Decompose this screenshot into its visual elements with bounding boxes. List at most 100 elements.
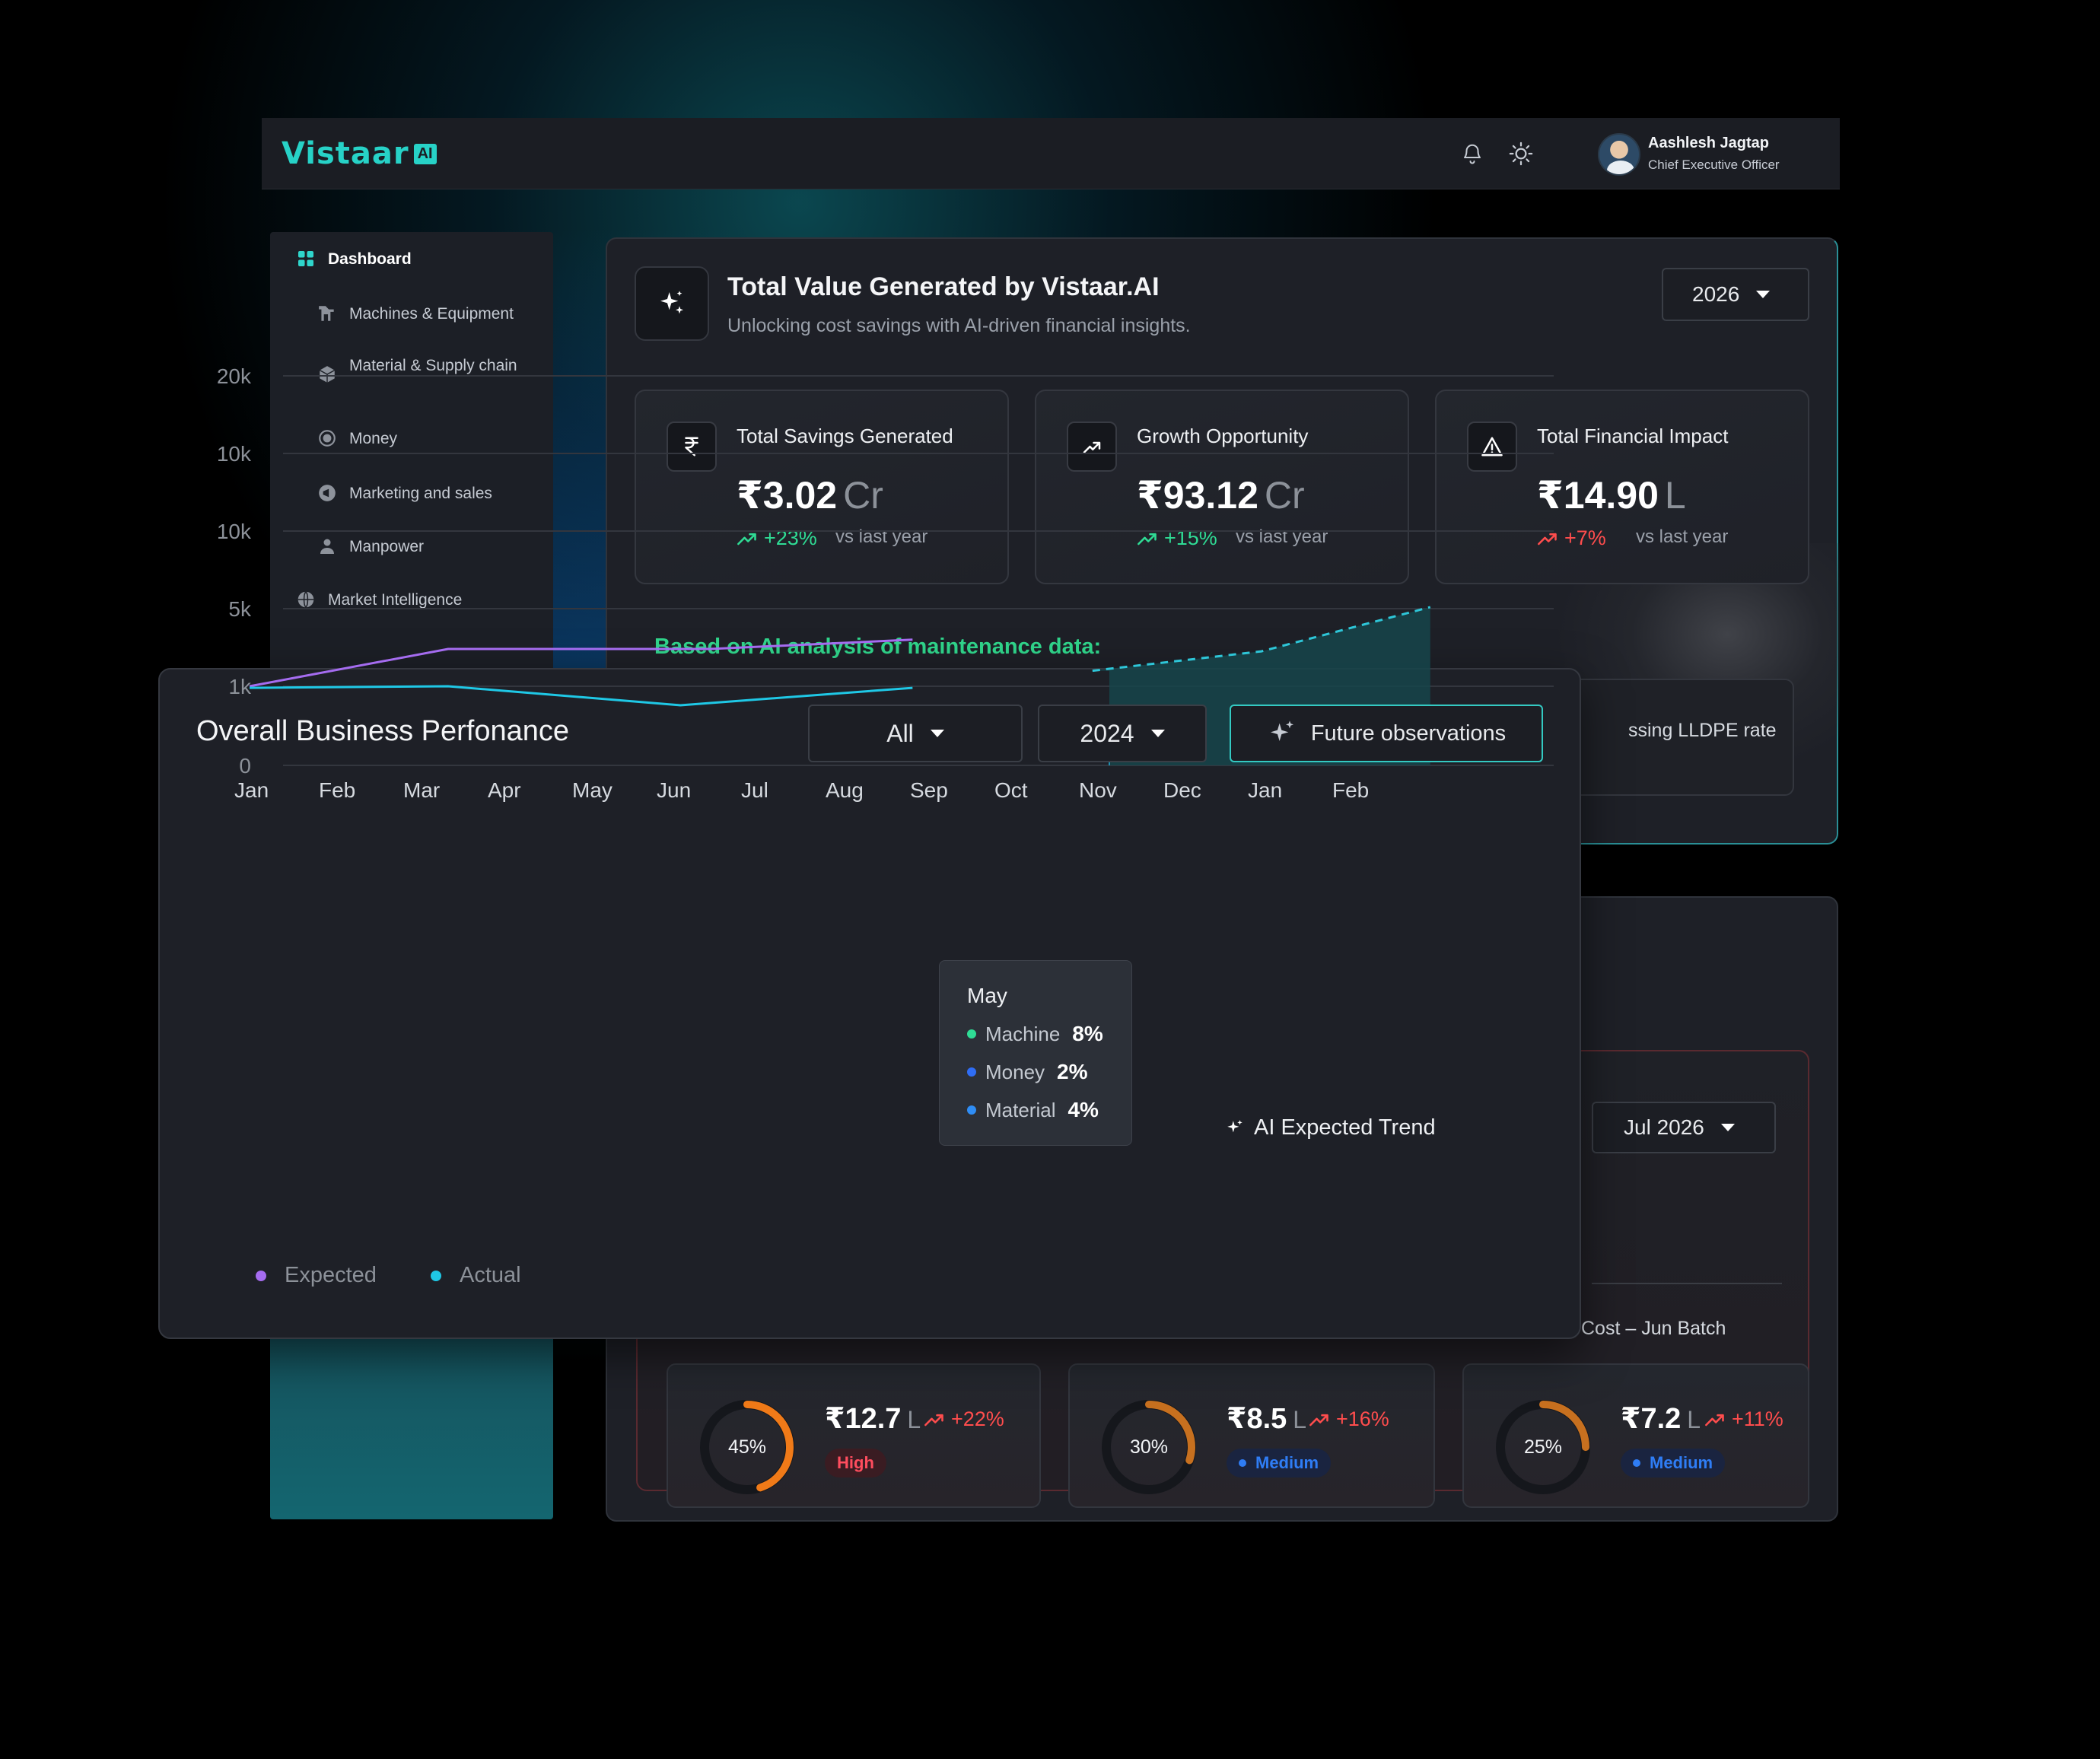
cost-unit: L xyxy=(1293,1406,1307,1433)
bell-icon[interactable] xyxy=(1461,142,1484,165)
sparkle-icon-box xyxy=(635,266,709,341)
sidebar-item-marketing[interactable]: Marketing and sales xyxy=(317,483,492,504)
status-badge: Medium xyxy=(1621,1449,1726,1477)
avatar[interactable] xyxy=(1598,133,1640,176)
sidebar-item-material[interactable]: Material & Supply chain xyxy=(317,355,530,384)
x-tick-label: Oct xyxy=(994,778,1028,802)
chevron-down-icon xyxy=(1720,1124,1735,1131)
cost-item[interactable]: 45% ₹12.7 L +22% High xyxy=(667,1363,1041,1508)
cost-delta: +22% xyxy=(924,1408,1004,1431)
legend-item-actual[interactable]: Actual xyxy=(431,1263,521,1288)
category-filter-dropdown[interactable]: All xyxy=(808,705,1023,762)
sidebar-item-machines[interactable]: Machines & Equipment xyxy=(317,304,514,325)
user-name: Aashlesh Jagtap xyxy=(1648,135,1769,151)
donut-percent: 30% xyxy=(1129,1436,1169,1458)
trend-up-icon xyxy=(924,1414,943,1426)
tooltip-value: 8% xyxy=(1072,1022,1103,1045)
kpi-delta: +7% xyxy=(1537,526,1606,550)
y-tick-label: 0 xyxy=(239,754,251,778)
card-title: Total Value Generated by Vistaar.AI xyxy=(727,272,1160,301)
trend-up-icon xyxy=(1705,1414,1724,1426)
kpi-label: Total Financial Impact xyxy=(1537,425,1729,447)
card-subtitle: Unlocking cost savings with AI-driven fi… xyxy=(727,315,1191,336)
tooltip-row: Machine 8% xyxy=(967,1022,1103,1046)
donut-percent: 45% xyxy=(727,1436,767,1458)
ai-trend-text: AI Expected Trend xyxy=(1254,1115,1436,1140)
x-tick-label: Aug xyxy=(826,778,864,802)
trend-up-icon xyxy=(737,533,756,545)
logo-text: Vistaar xyxy=(282,136,409,171)
month-dropdown[interactable]: Jul 2026 xyxy=(1592,1102,1776,1153)
sidebar-item-dashboard[interactable]: Dashboard xyxy=(296,249,412,270)
x-tick-label: Apr xyxy=(488,778,521,802)
year-dropdown[interactable]: 2026 xyxy=(1662,268,1809,321)
kpi-number: ₹14.90 xyxy=(1537,474,1659,517)
x-tick-label: Jul xyxy=(741,778,768,802)
future-observations-button[interactable]: Future observations xyxy=(1230,705,1543,762)
sidebar-item-label: Market Intelligence xyxy=(328,591,463,609)
kpi-label: Growth Opportunity xyxy=(1137,425,1309,447)
badge-dot xyxy=(1633,1459,1640,1467)
sparkle-icon xyxy=(660,291,683,314)
kpi-value: ₹93.12 Cr xyxy=(1137,473,1305,517)
cost-delta-value: +22% xyxy=(951,1408,1004,1430)
future-observations-label: Future observations xyxy=(1310,720,1507,746)
cost-unit: L xyxy=(1687,1406,1701,1433)
chevron-down-icon xyxy=(1150,730,1165,737)
tooltip-title: May xyxy=(967,984,1007,1007)
insight-text: ssing LLDPE rate xyxy=(1628,720,1777,741)
kpi-card-savings[interactable]: Total Savings Generated ₹3.02 Cr +23% vs … xyxy=(635,390,1009,584)
cost-item[interactable]: 30% ₹8.5 L +16% Medium xyxy=(1068,1363,1435,1508)
cost-value: ₹8.5 L xyxy=(1227,1401,1306,1436)
kpi-delta-value: +23% xyxy=(764,526,817,549)
sidebar-item-manpower[interactable]: Manpower xyxy=(317,536,424,558)
ai-analysis-heading: Based on AI analysis of maintenance data… xyxy=(654,635,1102,659)
user-role: Chief Executive Officer xyxy=(1648,157,1780,172)
badge-label: Medium xyxy=(1650,1453,1713,1472)
tooltip-row: Money 2% xyxy=(967,1060,1088,1084)
kpi-label: Total Savings Generated xyxy=(737,425,953,447)
kpi-card-growth[interactable]: Growth Opportunity ₹93.12 Cr +15% vs last… xyxy=(1035,390,1409,584)
performance-chart-card: 0 1k 5k 10k 10k 20k Jan Feb Mar Apr May Jun Jul Aug Se… xyxy=(158,364,1581,1339)
performance-chart: 0 1k 5k 10k 10k 20k Jan Feb Mar Apr May Jun Jul Aug Se… xyxy=(217,364,1554,802)
sidebar-item-market-intelligence[interactable]: Market Intelligence xyxy=(296,590,462,611)
tooltip-row: Material 4% xyxy=(967,1098,1099,1122)
top-bar: Vistaar AI Aashlesh Jagtap Chief Executi… xyxy=(262,118,1840,189)
x-tick-label: Mar xyxy=(403,778,440,802)
badge-dot xyxy=(1239,1459,1246,1467)
insight-card[interactable]: ssing LLDPE rate xyxy=(1566,679,1794,796)
globe-icon xyxy=(296,590,316,609)
year-dropdown-value: 2026 xyxy=(1692,282,1740,306)
donut-percent: 25% xyxy=(1523,1436,1563,1458)
kpi-number: ₹93.12 xyxy=(1137,474,1258,517)
megaphone-icon xyxy=(317,483,337,503)
trend-arrow-icon xyxy=(1067,421,1117,472)
x-tick-label: Jan xyxy=(1248,778,1282,802)
kpi-unit: L xyxy=(1664,474,1686,517)
x-tick-label: May xyxy=(572,778,612,802)
legend-item-expected[interactable]: Expected xyxy=(256,1263,377,1288)
status-badge: Medium xyxy=(1227,1449,1332,1477)
app-logo[interactable]: Vistaar AI xyxy=(282,136,437,171)
cost-delta-value: +11% xyxy=(1732,1408,1783,1430)
tooltip-value: 2% xyxy=(1057,1060,1088,1083)
badge-label: Medium xyxy=(1255,1453,1319,1472)
sparkle-icon xyxy=(1270,720,1293,741)
cost-item[interactable]: 25% ₹7.2 L +11% Medium xyxy=(1462,1363,1809,1508)
y-tick-label: 10k xyxy=(217,442,252,466)
y-tick-label: 20k xyxy=(217,364,252,388)
chart-tooltip: May Machine 8% Money 2% Material 4% xyxy=(939,960,1132,1146)
kpi-compare: vs last year xyxy=(835,526,928,547)
trend-up-icon xyxy=(1309,1414,1328,1426)
warning-icon xyxy=(1467,421,1517,472)
x-tick-label: Jun xyxy=(657,778,691,802)
kpi-unit: Cr xyxy=(843,474,883,517)
theme-toggle-icon[interactable] xyxy=(1508,141,1534,167)
sidebar-item-money[interactable]: Money xyxy=(317,428,397,450)
kpi-card-impact[interactable]: Total Financial Impact ₹14.90 L +7% vs la… xyxy=(1435,390,1809,584)
tooltip-label: Material xyxy=(985,1098,1056,1121)
kpi-delta-value: +7% xyxy=(1564,526,1606,549)
year-filter-dropdown[interactable]: 2024 xyxy=(1038,705,1207,762)
tooltip-label: Machine xyxy=(985,1022,1061,1045)
month-dropdown-value: Jul 2026 xyxy=(1624,1115,1704,1139)
